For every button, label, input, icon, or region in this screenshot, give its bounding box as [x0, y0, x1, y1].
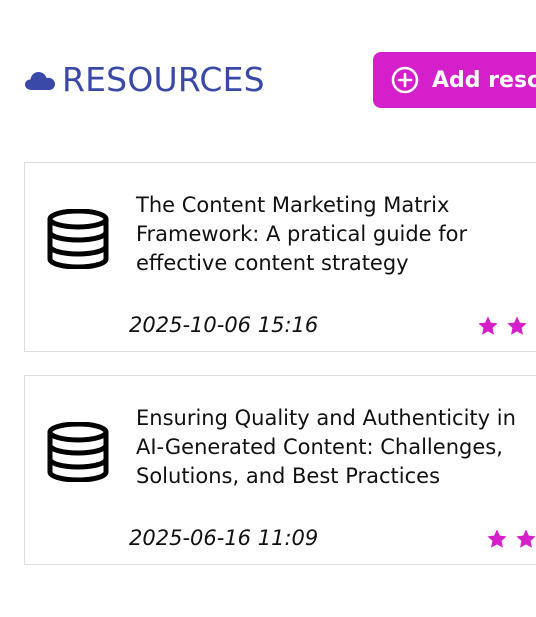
add-resource-button[interactable]: Add resou: [373, 52, 536, 108]
resource-date: 2025-10-06 15:16: [129, 313, 319, 337]
star-icon[interactable]: [486, 528, 508, 550]
rating-stars[interactable]: [486, 528, 536, 550]
star-icon[interactable]: [477, 315, 499, 337]
resource-title[interactable]: Ensuring Quality and Authenticity in AI-…: [136, 404, 536, 491]
plus-circle-icon: [391, 66, 419, 94]
add-resource-label: Add resou: [432, 67, 536, 93]
page-header: RESOURCES Add resou: [24, 52, 536, 108]
database-icon: [47, 208, 109, 270]
cloud-icon: [24, 69, 56, 91]
star-icon[interactable]: [515, 528, 536, 550]
star-icon[interactable]: [506, 315, 528, 337]
page-title: RESOURCES: [62, 60, 265, 99]
resources-page: RESOURCES Add resou: [0, 0, 536, 617]
resource-card[interactable]: Ensuring Quality and Authenticity in AI-…: [24, 375, 536, 565]
rating-stars[interactable]: [477, 315, 536, 337]
database-icon: [47, 421, 109, 483]
resource-title[interactable]: The Content Marketing Matrix Framework: …: [136, 191, 536, 278]
resource-date: 2025-06-16 11:09: [129, 526, 319, 550]
title-group: RESOURCES: [24, 60, 265, 100]
resource-card[interactable]: The Content Marketing Matrix Framework: …: [24, 162, 536, 352]
